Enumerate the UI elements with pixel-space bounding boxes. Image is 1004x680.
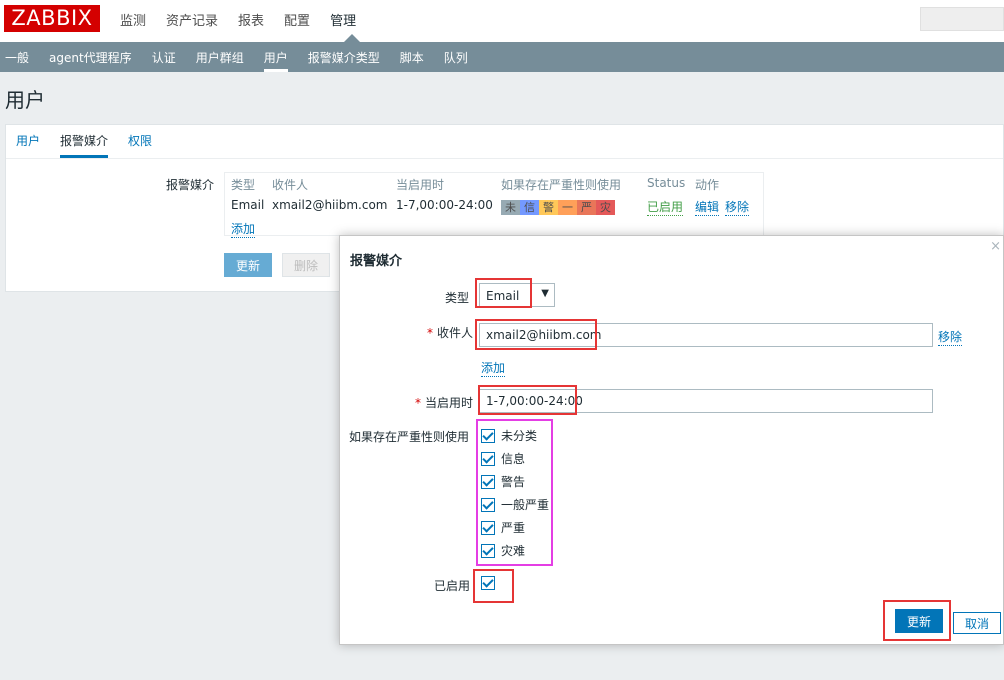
severity-name: 警告 [501,475,526,489]
subnav-general[interactable]: 一般 [5,49,29,72]
sev-badge: 一 [558,200,577,215]
sev-badge: 严 [577,200,596,215]
row-when-active: 1-7,00:00-24:00 [396,198,493,212]
subnav-user-groups[interactable]: 用户群组 [196,49,244,72]
search-input[interactable] [920,7,1004,31]
severity-row: 未分类 [481,424,549,447]
dialog-cancel-button[interactable]: 取消 [953,612,1001,634]
type-label: 类型 [445,291,470,305]
severity-checkbox-list: 未分类 信息 警告 一般严重 严重 灾难 [481,424,549,562]
delete-button[interactable]: 删除 [282,253,330,277]
subnav-users[interactable]: 用户 [263,49,288,72]
tab-media[interactable]: 报警媒介 [60,132,109,158]
subnav-scripts[interactable]: 脚本 [400,49,424,72]
remove-recipient-link[interactable]: 移除 [938,328,963,346]
media-table-header: 类型 收件人 当启用时 如果存在严重性则使用 Status 动作 [225,176,765,196]
severity-name: 灾难 [501,544,526,558]
enabled-checkbox[interactable] [481,576,495,590]
edit-link[interactable]: 编辑 [695,198,720,216]
severity-name: 未分类 [501,429,538,443]
media-table: 类型 收件人 当启用时 如果存在严重性则使用 Status 动作 Email x… [224,172,765,238]
zabbix-logo[interactable]: ZABBIX [4,5,100,32]
page-title: 用户 [5,88,45,112]
severity-row: 信息 [481,447,549,470]
required-mark: * [415,396,421,410]
sub-nav: 一般 agent代理程序 认证 用户群组 用户 报警媒介类型 脚本 队列 [0,42,1004,72]
recipient-label-text: 收件人 [437,326,474,340]
subnav-media-types[interactable]: 报警媒介类型 [308,49,380,72]
sev-badge: 未 [501,200,520,215]
when-active-label: * 当启用时 [415,394,473,411]
required-mark: * [427,326,433,340]
status-enabled-link[interactable]: 已启用 [647,198,684,216]
dialog-update-button[interactable]: 更新 [895,609,943,633]
user-tabs: 用户 报警媒介 权限 [16,132,152,158]
severity-row: 严重 [481,516,549,539]
severity-row: 一般严重 [481,493,549,516]
tab-user[interactable]: 用户 [16,132,40,158]
update-button[interactable]: 更新 [224,253,272,277]
media-dialog: 报警媒介 × 类型 Email ▼ * 收件人 xmail2@hiibm.com … [339,235,1004,645]
enabled-label: 已启用 [434,579,471,593]
severity-checkbox[interactable] [481,474,495,489]
type-select[interactable]: Email ▼ [479,283,555,307]
severity-checkbox[interactable] [481,451,495,466]
col-when-active: 当启用时 [396,178,445,192]
main-nav: 监测 资产记录 报表 配置 管理 [120,10,356,29]
col-action: 动作 [695,178,720,192]
nav-administration[interactable]: 管理 [330,10,356,29]
media-label: 报警媒介 [166,178,215,192]
severity-checkbox[interactable] [481,497,495,512]
add-recipient-link[interactable]: 添加 [481,359,506,377]
severity-row: 灾难 [481,539,549,562]
row-type: Email [231,198,265,212]
tab-permissions[interactable]: 权限 [128,132,152,158]
sev-badge: 警 [539,200,558,215]
when-active-input[interactable]: 1-7,00:00-24:00 [479,389,933,413]
recipient-label: * 收件人 [427,324,473,341]
when-active-label-text: 当启用时 [425,396,474,410]
severity-label: 如果存在严重性则使用 [349,430,470,444]
sev-badge: 信 [520,200,539,215]
col-recipient: 收件人 [272,178,309,192]
chevron-down-icon: ▼ [541,288,549,299]
add-media-link[interactable]: 添加 [231,220,256,238]
severity-name: 信息 [501,452,526,466]
close-icon[interactable]: × [990,239,1001,254]
active-nav-caret [344,34,360,42]
tab-divider [6,158,1003,159]
row-recipient: xmail2@hiibm.com [272,198,388,212]
nav-inventory[interactable]: 资产记录 [166,10,218,29]
col-status: Status [647,176,686,190]
recipient-input[interactable]: xmail2@hiibm.com [479,323,933,347]
type-select-value: Email [486,289,520,303]
nav-monitoring[interactable]: 监测 [120,10,146,29]
severity-row: 警告 [481,470,549,493]
subnav-authentication[interactable]: 认证 [152,49,176,72]
severity-badges: 未 信 警 一 严 灾 [501,200,615,215]
subnav-proxies[interactable]: agent代理程序 [49,49,132,72]
col-severity: 如果存在严重性则使用 [501,178,622,192]
severity-checkbox[interactable] [481,543,495,558]
nav-reports[interactable]: 报表 [238,10,264,29]
severity-name: 一般严重 [501,498,550,512]
remove-link[interactable]: 移除 [725,198,750,216]
severity-checkbox[interactable] [481,428,495,443]
subnav-queue[interactable]: 队列 [444,49,468,72]
col-type: 类型 [231,178,256,192]
severity-checkbox[interactable] [481,520,495,535]
nav-configuration[interactable]: 配置 [284,10,310,29]
dialog-title: 报警媒介 [350,254,403,269]
sev-badge: 灾 [596,200,615,215]
media-row: Email xmail2@hiibm.com 1-7,00:00-24:00 未… [225,198,765,218]
top-bar: ZABBIX 监测 资产记录 报表 配置 管理 [0,0,1004,42]
severity-name: 严重 [501,521,526,535]
